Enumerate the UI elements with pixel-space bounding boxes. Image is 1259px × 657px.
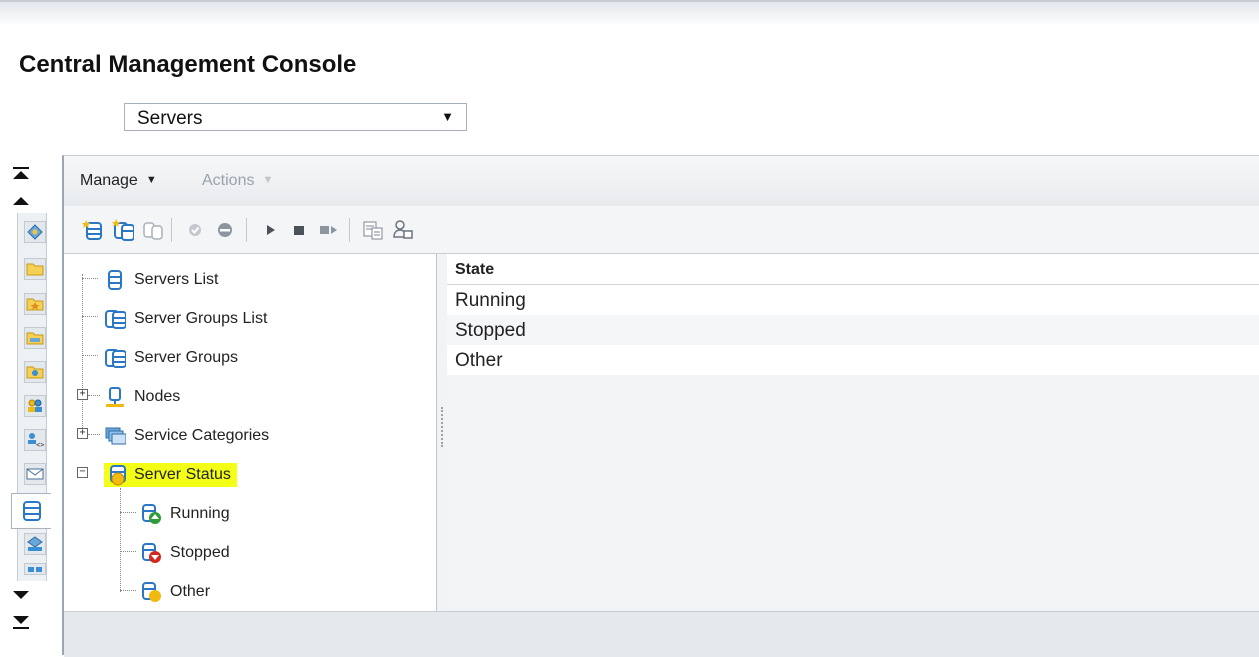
stop-server-icon[interactable] [288, 219, 310, 241]
caret-down-icon: ▼ [145, 174, 157, 186]
tree-item-label: Server Status [134, 466, 231, 483]
tree-connector [120, 551, 136, 552]
toolbar-separator [349, 218, 350, 242]
access-levels-icon[interactable]: <> [24, 429, 46, 451]
tree-connector [82, 278, 98, 279]
menubar: Manage ▼ Actions ▼ [64, 156, 1259, 207]
server-group-icon [104, 347, 126, 369]
tree-connector [82, 355, 98, 356]
user-security-icon[interactable] [392, 219, 414, 241]
tree-connector [120, 590, 136, 591]
start-server-icon[interactable] [260, 219, 282, 241]
tree-item-server-groups[interactable]: Server Groups [104, 344, 238, 372]
server-tree: + + − Servers List Server Groups List Se… [64, 254, 437, 611]
service-categories-expand-toggle[interactable]: + [77, 428, 88, 439]
toolbar-separator [246, 218, 247, 242]
running-server-icon [140, 503, 162, 525]
service-categories-icon [104, 425, 126, 447]
tree-item-service-categories[interactable]: Service Categories [104, 422, 269, 450]
tree-connector [120, 488, 121, 592]
nodes-expand-toggle[interactable]: + [77, 389, 88, 400]
personal-folder-icon[interactable] [24, 293, 46, 315]
manage-menu[interactable]: Manage ▼ [80, 172, 157, 190]
folder-icon[interactable] [24, 258, 46, 280]
clone-server-icon[interactable] [142, 219, 164, 241]
tree-connector [120, 512, 136, 513]
scroll-bottom-icon[interactable] [10, 611, 32, 633]
actions-menu[interactable]: Actions ▼ [202, 172, 273, 190]
disable-server-icon[interactable] [214, 219, 236, 241]
toolbar [64, 206, 1259, 254]
selection-highlight: Server Status [104, 463, 237, 487]
federation-icon[interactable] [24, 533, 46, 555]
inbox-icon[interactable] [24, 361, 46, 383]
new-server-group-icon[interactable] [112, 219, 134, 241]
view-dropdown-value: Servers [137, 108, 203, 129]
toolbar-separator [171, 218, 172, 242]
tree-connector [88, 434, 100, 435]
tree-item-label: Nodes [134, 388, 181, 405]
splitter-grip [441, 407, 445, 447]
users-icon[interactable] [24, 395, 46, 417]
server-group-icon [104, 308, 126, 330]
rail-more-icon[interactable] [24, 563, 46, 575]
tree-item-label: Service Categories [134, 427, 270, 444]
tree-item-label: Servers List [134, 271, 219, 288]
home-icon[interactable] [24, 221, 46, 243]
tree-item-nodes[interactable]: Nodes [104, 383, 180, 411]
navigation-rail: <> [0, 155, 62, 655]
properties-icon[interactable] [362, 219, 384, 241]
page-title: Central Management Console [19, 51, 357, 78]
main-panel: Manage ▼ Actions ▼ + + − Servers List Se… [62, 155, 1259, 657]
table-row[interactable]: Running [447, 285, 1259, 315]
footer-bar [64, 611, 1259, 657]
server-status-collapse-toggle[interactable]: − [77, 467, 88, 478]
new-server-icon[interactable] [82, 219, 104, 241]
tree-item-label: Server Groups List [134, 310, 268, 327]
tree-item-running[interactable]: Running [140, 500, 230, 528]
table-row[interactable]: Other [447, 345, 1259, 375]
caret-down-icon: ▼ [262, 174, 274, 186]
tree-item-label: Server Groups [134, 349, 239, 366]
other-server-icon [140, 581, 162, 603]
server-icon [104, 269, 126, 291]
table-row[interactable]: Stopped [447, 315, 1259, 345]
servers-icon[interactable] [11, 493, 51, 529]
tree-item-other[interactable]: Other [140, 578, 210, 606]
svg-text:<>: <> [36, 441, 44, 448]
stopped-server-icon [140, 542, 162, 564]
window-top-band [0, 0, 1259, 24]
categories-icon[interactable] [24, 327, 46, 349]
tree-item-label: Running [170, 505, 230, 522]
tree-item-servers-list[interactable]: Servers List [104, 266, 218, 294]
actions-menu-label: Actions [202, 172, 255, 189]
tree-item-stopped[interactable]: Stopped [140, 539, 230, 567]
scroll-down-icon[interactable] [10, 583, 32, 605]
table-cell: Stopped [455, 320, 526, 341]
grid-header: State [447, 254, 1259, 285]
tree-connector [82, 274, 83, 434]
tree-item-server-groups-list[interactable]: Server Groups List [104, 305, 267, 333]
tree-item-label: Other [170, 583, 211, 600]
view-dropdown[interactable]: Servers ▼ [124, 103, 467, 131]
email-icon[interactable] [24, 463, 46, 485]
scroll-up-icon[interactable] [10, 191, 32, 213]
manage-menu-label: Manage [80, 172, 138, 189]
node-icon [104, 386, 126, 408]
enable-server-icon[interactable] [184, 219, 206, 241]
scroll-top-icon[interactable] [10, 165, 32, 187]
pane-splitter[interactable] [437, 254, 447, 611]
state-grid: State Running Stopped Other [447, 254, 1259, 611]
table-cell: Other [455, 350, 503, 371]
restart-server-icon[interactable] [318, 219, 340, 241]
tree-item-label: Stopped [170, 544, 230, 561]
table-cell: Running [455, 290, 526, 311]
tree-connector [82, 316, 98, 317]
tree-connector [88, 395, 100, 396]
chevron-down-icon: ▼ [441, 109, 454, 124]
server-status-icon [108, 464, 130, 486]
tree-item-server-status[interactable]: Server Status [104, 461, 237, 489]
column-header-state[interactable]: State [455, 261, 494, 279]
